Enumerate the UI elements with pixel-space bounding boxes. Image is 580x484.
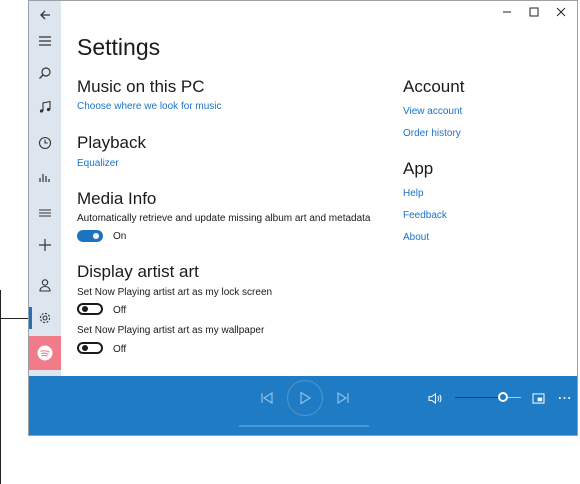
page-title: Settings [77,34,161,60]
view-account-link[interactable]: View account [403,106,462,117]
next-button[interactable] [333,388,353,408]
media-info-toggle-label: On [113,231,127,242]
lock-screen-toggle-label: Off [113,305,127,316]
media-info-toggle[interactable] [77,230,103,242]
now-playing-button[interactable] [29,163,61,191]
settings-content: Settings Music on this PC Choose where w… [77,1,577,376]
play-icon [300,391,312,405]
callout-line-horizontal [0,318,28,319]
player-bar [29,376,577,435]
seek-bar[interactable] [239,425,369,427]
spotify-icon [37,345,53,361]
wallpaper-toggle[interactable] [77,342,103,354]
settings-button[interactable] [29,304,61,332]
previous-icon [261,391,273,405]
more-options-button[interactable] [555,388,573,408]
next-icon [337,391,349,405]
volume-slider-thumb[interactable] [498,392,509,402]
mini-view-button[interactable] [529,388,547,408]
media-info-description: Automatically retrieve and update missin… [77,213,371,224]
previous-button[interactable] [257,388,277,408]
app-heading: App [403,159,434,178]
clock-icon [38,136,52,150]
volume-icon [427,392,441,404]
volume-button[interactable] [425,388,445,408]
help-link[interactable]: Help [403,188,424,199]
equalizer-link[interactable]: Equalizer [77,158,119,169]
music-app-window: Settings Music on this PC Choose where w… [28,0,578,436]
my-music-button[interactable] [29,93,61,121]
gear-icon [39,312,51,324]
search-button[interactable] [29,59,61,87]
playback-heading: Playback [77,133,146,152]
music-on-pc-heading: Music on this PC [77,77,205,96]
account-button[interactable] [29,271,61,299]
new-playlist-button[interactable] [29,231,61,259]
hamburger-menu-button[interactable] [29,27,61,55]
navigation-sidebar [29,1,61,376]
music-note-icon [39,100,51,113]
playlists-button[interactable] [29,199,61,227]
spotify-button[interactable] [29,336,61,370]
back-arrow-icon [40,10,50,20]
wallpaper-toggle-label: Off [113,344,127,355]
wallpaper-option-label: Set Now Playing artist art as my wallpap… [77,325,265,336]
plus-icon [39,239,51,251]
back-button[interactable] [29,1,61,29]
volume-fill [455,397,504,398]
about-link[interactable]: About [403,232,429,243]
lock-screen-option-label: Set Now Playing artist art as my lock sc… [77,287,273,298]
lock-screen-toggle[interactable] [77,303,103,315]
callout-line-vertical [0,290,1,484]
display-artist-art-heading: Display artist art [77,262,199,281]
mini-view-icon [531,392,545,404]
choose-music-folders-link[interactable]: Choose where we look for music [77,101,222,112]
hamburger-icon [39,36,51,46]
search-icon [39,67,51,79]
play-button[interactable] [287,380,323,416]
list-icon [39,209,51,217]
more-icon [558,396,570,400]
person-icon [39,279,51,292]
equalizer-bars-icon [39,174,50,182]
recent-plays-button[interactable] [29,129,61,157]
account-heading: Account [403,77,465,96]
order-history-link[interactable]: Order history [403,128,461,139]
feedback-link[interactable]: Feedback [403,210,447,221]
media-info-heading: Media Info [77,189,157,208]
